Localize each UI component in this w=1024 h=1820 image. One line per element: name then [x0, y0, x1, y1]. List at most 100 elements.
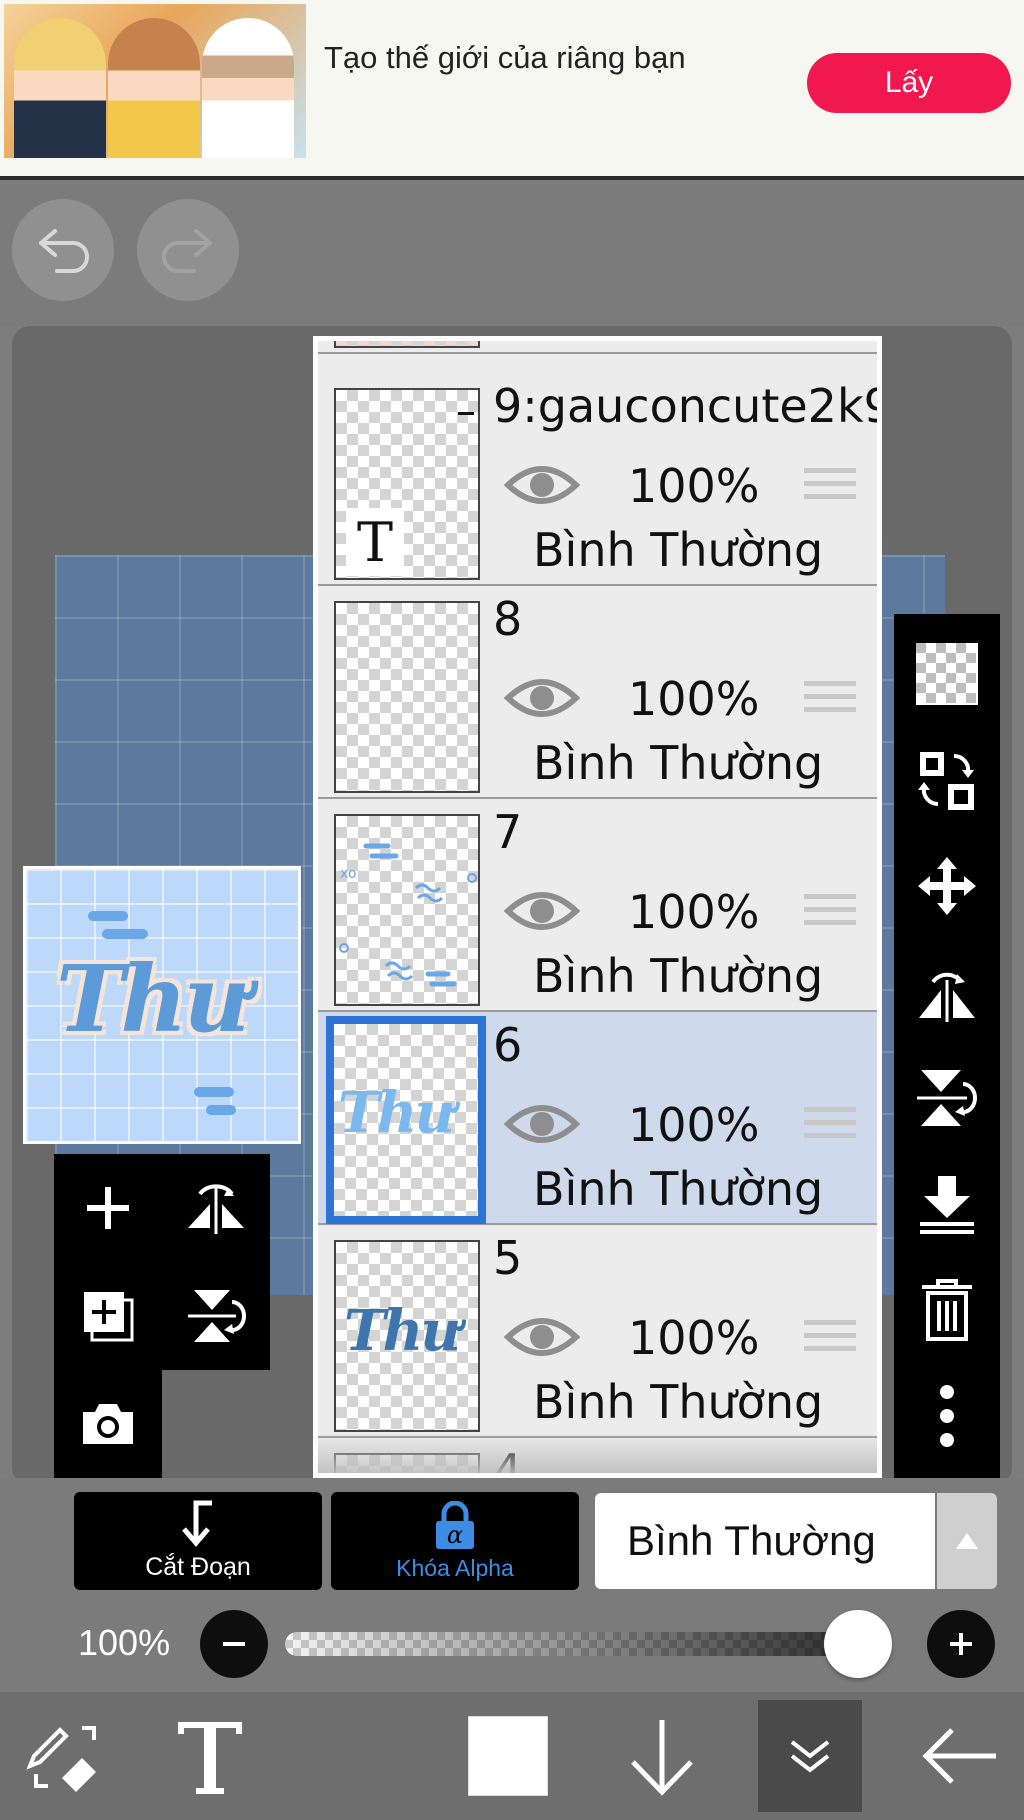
layer-row-partial-top[interactable] [318, 341, 877, 354]
color-swatch [468, 1716, 548, 1796]
decorations-preview: xo [339, 843, 477, 987]
canvas-preview[interactable]: Thư [23, 866, 301, 1144]
camera-icon [83, 1404, 133, 1444]
text-tool-button[interactable] [160, 1700, 260, 1812]
opacity-value-label: 100% [78, 1622, 171, 1663]
thumb-decoration [206, 1105, 236, 1115]
lock-icon: α [436, 1501, 474, 1549]
layer-row-6[interactable]: Thư 6 100% Bình Thường [318, 1012, 877, 1225]
arrow-down-icon [631, 1720, 693, 1796]
layer-drag-handle-icon[interactable] [804, 681, 856, 725]
layer-blend-mode: Bình Thường [533, 736, 824, 790]
visibility-eye-icon[interactable] [504, 674, 580, 722]
undo-button[interactable] [12, 199, 114, 301]
ad-image[interactable] [4, 4, 306, 158]
plus-icon [950, 1633, 972, 1655]
layer-drag-handle-icon[interactable] [804, 894, 856, 938]
layer-down-button[interactable] [612, 1700, 712, 1812]
transparency-button[interactable] [894, 624, 1000, 724]
text-layer-glyph: T [346, 508, 404, 576]
redo-icon [162, 229, 212, 273]
layer-thumbnail [334, 601, 480, 793]
layer-name: 9:gauconcute2k9 [493, 379, 877, 433]
back-arrow-icon [922, 1728, 996, 1784]
layer-row-9[interactable]: T 9:gauconcute2k9 100% Bình Thường [318, 373, 877, 586]
layer-name: 7 [493, 805, 523, 859]
minus-icon [223, 1642, 245, 1646]
transparency-icon [916, 643, 978, 705]
layer-thumbnail [334, 341, 480, 348]
clipping-button[interactable]: Cắt Đoạn [74, 1492, 322, 1590]
back-button[interactable] [910, 1700, 1010, 1812]
layers-toggle-button[interactable] [758, 1700, 862, 1812]
import-layer-button[interactable] [894, 730, 1000, 830]
svg-text:xo: xo [340, 866, 356, 882]
camera-button[interactable] [54, 1370, 162, 1478]
layer-thumbnail: xo [334, 814, 480, 1006]
flip-layer-button[interactable] [162, 1154, 270, 1262]
layer-name: 8 [493, 592, 523, 646]
alpha-lock-button[interactable]: α Khóa Alpha [331, 1492, 579, 1590]
clipping-label: Cắt Đoạn [145, 1553, 251, 1581]
ad-character-2 [108, 18, 200, 158]
import-layer-icon [918, 752, 974, 810]
flip-vertical-button[interactable] [894, 1048, 1000, 1148]
layer-blend-mode: Bình Thường [533, 949, 824, 1003]
move-button[interactable] [894, 836, 1000, 936]
layer-row-7[interactable]: xo 7 100% Bình Thường [318, 799, 877, 1012]
visibility-eye-icon[interactable] [504, 1100, 580, 1148]
ad-banner[interactable]: Tạo thế giới của riâng bạn Lấy [0, 0, 1024, 180]
layer-opacity: 100% [628, 1311, 760, 1365]
flip-horizontal-icon [919, 972, 975, 1022]
layer-blend-mode: Bình Thường [533, 1162, 824, 1216]
layers-list[interactable]: T 9:gauconcute2k9 100% Bình Thường 8 100… [318, 341, 877, 1473]
layer-row-5[interactable]: Thư 5 100% Bình Thường [318, 1225, 877, 1438]
text-tool-icon [178, 1722, 242, 1794]
more-button[interactable] [894, 1366, 1000, 1466]
layer-row-8[interactable]: 8 100% Bình Thường [318, 586, 877, 799]
delete-layer-button[interactable] [894, 1260, 1000, 1360]
ad-get-button[interactable]: Lấy [807, 53, 1011, 113]
tools-button[interactable] [10, 1700, 120, 1812]
color-button[interactable] [458, 1700, 558, 1812]
thumb-word: Thư [338, 1080, 455, 1146]
visibility-eye-icon[interactable] [504, 887, 580, 935]
layer-drag-handle-icon[interactable] [804, 1320, 856, 1364]
duplicate-layer-icon [84, 1292, 134, 1342]
flip-vertical-layer-button[interactable] [162, 1262, 270, 1370]
duplicate-layer-button[interactable] [54, 1262, 162, 1370]
layer-name: 5 [493, 1231, 523, 1285]
ad-character-1 [14, 18, 106, 158]
thumb-word: Thư [344, 1298, 461, 1364]
more-icon [940, 1385, 954, 1447]
merge-down-button[interactable] [894, 1154, 1000, 1254]
flip-layer-icon [188, 1184, 244, 1234]
layer-opacity: 100% [628, 672, 760, 726]
opacity-slider[interactable] [285, 1632, 887, 1656]
opacity-slider-handle[interactable] [824, 1610, 892, 1678]
layer-drag-handle-icon[interactable] [804, 468, 856, 512]
layers-panel[interactable]: T 9:gauconcute2k9 100% Bình Thường 8 100… [313, 336, 882, 1478]
layer-opacity: 100% [628, 459, 760, 513]
redo-button[interactable] [137, 199, 239, 301]
blend-mode-select[interactable]: Bình Thường [595, 1493, 935, 1589]
opacity-decrease-button[interactable] [200, 1610, 268, 1678]
visibility-eye-icon[interactable] [504, 1313, 580, 1361]
chevron-double-down-icon [790, 1740, 830, 1773]
layer-drag-handle-icon[interactable] [804, 1107, 856, 1151]
thumb-decoration [88, 911, 128, 921]
opacity-increase-button[interactable] [927, 1610, 995, 1678]
visibility-eye-icon[interactable] [504, 461, 580, 509]
move-icon [918, 857, 976, 915]
flip-vertical-icon [917, 1070, 977, 1126]
add-layer-button[interactable] [54, 1154, 162, 1262]
layer-name: 6 [493, 1018, 523, 1072]
flip-horizontal-button[interactable] [894, 942, 1000, 1042]
add-layer-icon [87, 1187, 129, 1229]
layer-thumbnail-selected: Thư [326, 1016, 486, 1224]
list-fade [318, 1433, 877, 1473]
flip-vertical-icon [188, 1290, 246, 1342]
alpha-symbol: α [447, 1521, 463, 1549]
layer-thumbnail: Thư [334, 1240, 480, 1432]
blend-mode-dropdown-button[interactable] [937, 1493, 997, 1589]
